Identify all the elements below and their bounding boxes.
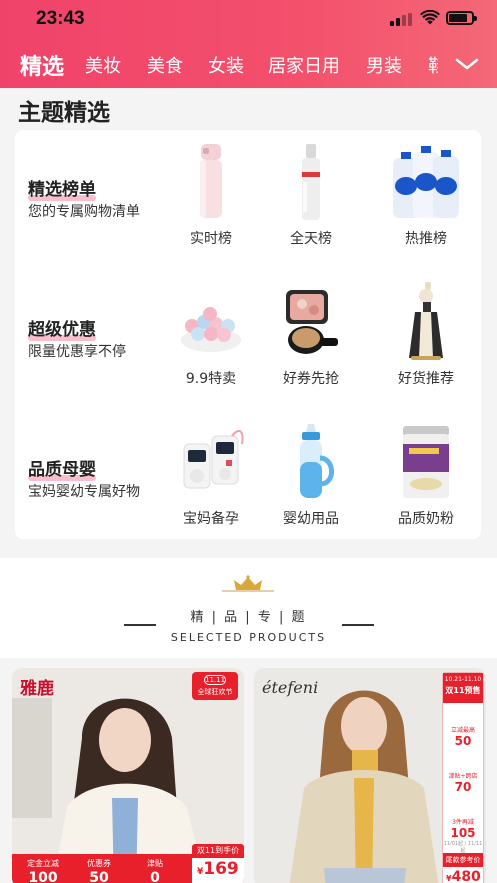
selected-title-en: SELECTED PRODUCTS (170, 631, 327, 644)
milk-powder-can-image (391, 422, 461, 502)
tab-featured[interactable]: 精选 (20, 49, 64, 81)
product-label: 品质奶粉 (398, 511, 454, 527)
detergent-bottles-image (391, 142, 461, 222)
divider-right (342, 624, 374, 626)
tab-womenswear[interactable]: 女装 (208, 52, 244, 78)
cotton-balls-image (176, 282, 246, 362)
product-allday-list[interactable]: 全天榜 (266, 142, 356, 248)
chevron-down-icon[interactable] (454, 54, 480, 74)
presale-panel: 10.21-11.10 双11预售 立减最高 50 津贴+跨店 70 3件再减 … (442, 672, 484, 883)
product-baby-supplies[interactable]: 婴幼用品 (266, 422, 356, 528)
product-pregnancy-prep[interactable]: 宝妈备孕 (166, 422, 256, 528)
price-label: 双11到手价 (192, 844, 244, 858)
wifi-icon (420, 10, 440, 25)
product-label: 9.9特卖 (185, 371, 237, 387)
battery-icon (446, 11, 477, 25)
cellular-signal-icon (390, 13, 414, 26)
price: ¥169 (197, 859, 239, 879)
tab-food[interactable]: 美食 (147, 52, 183, 78)
selected-title-zh: 精 | 品 | 专 | 题 (190, 610, 307, 625)
tab-shoes[interactable]: 鞋 (428, 52, 438, 78)
product-label: 好货推荐 (398, 371, 454, 387)
fetal-doppler-image (176, 422, 246, 502)
tab-beauty[interactable]: 美妆 (85, 52, 121, 78)
row-title-mother-baby[interactable]: 品质母婴 (28, 455, 96, 481)
row-title-ranking[interactable]: 精选榜单 (28, 175, 96, 201)
product-hot-list[interactable]: 热推榜 (381, 142, 471, 248)
presale-discount: 立减最高 50 (450, 727, 475, 748)
product-label: 全天榜 (290, 231, 332, 247)
thermos-bottle-image (176, 142, 246, 222)
tab-household[interactable]: 居家日用 (268, 52, 340, 78)
presale-allowance: 津贴+跨店 70 (448, 773, 478, 794)
figurine-image (391, 280, 461, 362)
cushion-compact-image (276, 282, 346, 362)
status-time: 23:43 (36, 8, 85, 29)
product-quality-formula[interactable]: 品质奶粉 (381, 422, 471, 528)
promo-allowance: 津贴 0 (147, 859, 163, 883)
skincare-bottle-image (276, 142, 346, 222)
promo-deposit: 定金立减 100 (27, 859, 59, 883)
tab-menswear[interactable]: 男装 (366, 52, 402, 78)
product-realtime-list[interactable]: 实时榜 (166, 142, 256, 248)
presale-header: 10.21-11.10 双11预售 (443, 673, 483, 703)
product-label: 实时榜 (190, 231, 232, 247)
row-subtitle: 限量优惠享不停 (28, 344, 126, 360)
product-card-etefeni[interactable]: étefeni 10.21-11.10 双11预售 立减最高 50 津贴+跨店 … (254, 668, 486, 883)
status-bar: 23:43 (0, 0, 497, 38)
final-price-label: 尾款参考价 (443, 853, 483, 867)
crown-icon (222, 575, 274, 592)
section-title: 主题精选 (18, 100, 110, 126)
row-subtitle: 您的专属购物清单 (28, 204, 140, 220)
row-title-deals[interactable]: 超级优惠 (28, 315, 96, 341)
product-label: 宝妈备孕 (183, 511, 239, 527)
product-label: 热推榜 (405, 231, 447, 247)
divider-left (124, 624, 156, 626)
product-card-yalu[interactable]: 雅鹿 11.11 全球狂欢节 定金立减 100 优惠券 50 津贴 0 双11到… (12, 668, 244, 883)
product-label: 婴幼用品 (283, 511, 339, 527)
category-tabs: 精选 美妆 美食 女装 居家日用 男装 鞋 (0, 44, 497, 86)
product-label: 好券先抢 (283, 371, 339, 387)
row-subtitle: 宝妈婴幼专属好物 (28, 484, 140, 500)
presale-multi-buy: 3件再减 105 11/01起 / 11/11起 (443, 819, 483, 854)
brand-logo: étefeni (262, 678, 319, 697)
product-coupon-grab[interactable]: 好券先抢 (266, 282, 356, 388)
product-goods-recommend[interactable]: 好货推荐 (381, 280, 471, 388)
top-header: 23:43 精选 美妆 美食 女装 居家日用 男装 鞋 (0, 0, 497, 88)
price: ¥480 (446, 869, 481, 883)
brand-logo: 雅鹿 (20, 679, 54, 699)
product-9-9-sale[interactable]: 9.9特卖 (166, 282, 256, 388)
baby-bottle-image (276, 422, 346, 502)
double11-badge: 11.11 全球狂欢节 (192, 672, 238, 700)
promo-coupon: 优惠券 50 (87, 859, 111, 883)
